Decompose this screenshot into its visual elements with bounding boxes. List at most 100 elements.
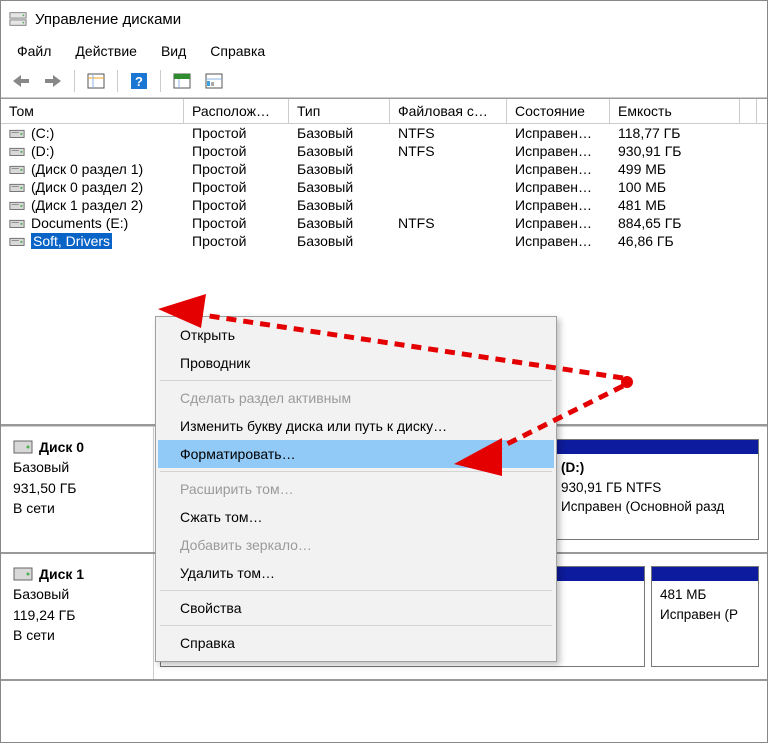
toolbar: ? xyxy=(1,65,767,98)
volume-capacity: 118,77 ГБ xyxy=(610,124,740,142)
partition-recovery-status: Исправен (Р xyxy=(660,607,738,622)
disk-1-label: Диск 1 Базовый 119,24 ГБ В сети xyxy=(1,554,154,679)
drive-icon xyxy=(9,199,25,211)
separator xyxy=(117,70,118,92)
volume-layout: Простой xyxy=(184,124,289,142)
volume-status: Исправен… xyxy=(507,142,610,160)
ctx-change-letter[interactable]: Изменить букву диска или путь к диску… xyxy=(158,412,554,440)
volume-type: Базовый xyxy=(289,178,390,196)
ctx-shrink[interactable]: Сжать том… xyxy=(158,503,554,531)
volume-name: (Диск 1 раздел 2) xyxy=(31,197,143,213)
volume-name: (Диск 0 раздел 1) xyxy=(31,161,143,177)
drive-icon xyxy=(9,163,25,175)
partition-d-title: (D:) xyxy=(561,460,584,475)
ctx-extend: Расширить том… xyxy=(158,475,554,503)
col-spacer xyxy=(740,99,757,123)
volume-capacity: 499 МБ xyxy=(610,160,740,178)
col-type[interactable]: Тип xyxy=(289,99,390,123)
col-capacity[interactable]: Емкость xyxy=(610,99,740,123)
volume-type: Базовый xyxy=(289,232,390,250)
volume-status: Исправен… xyxy=(507,124,610,142)
volume-type: Базовый xyxy=(289,196,390,214)
disk-1-cap: 119,24 ГБ xyxy=(13,605,143,625)
volume-status: Исправен… xyxy=(507,196,610,214)
help-button[interactable]: ? xyxy=(125,69,153,93)
ctx-properties[interactable]: Свойства xyxy=(158,594,554,622)
volume-row[interactable]: (Диск 0 раздел 2) ПростойБазовый Исправен…… xyxy=(1,178,767,196)
layout-b-icon xyxy=(205,73,223,89)
view-bottom-button[interactable] xyxy=(200,69,228,93)
partition-recovery-size: 481 МБ xyxy=(660,587,706,602)
menubar: Файл Действие Вид Справка xyxy=(1,37,767,65)
ctx-make-active: Сделать раздел активным xyxy=(158,384,554,412)
ctx-add-mirror: Добавить зеркало… xyxy=(158,531,554,559)
volume-type: Базовый xyxy=(289,160,390,178)
volume-capacity: 930,91 ГБ xyxy=(610,142,740,160)
volume-fs xyxy=(390,160,507,178)
volume-row[interactable]: (C:)ПростойБазовыйNTFSИсправен…118,77 ГБ xyxy=(1,124,767,142)
separator xyxy=(160,471,552,472)
volume-status: Исправен… xyxy=(507,214,610,232)
volume-name: (Диск 0 раздел 2) xyxy=(31,179,143,195)
volume-capacity: 46,86 ГБ xyxy=(610,232,740,250)
separator xyxy=(160,590,552,591)
app-icon xyxy=(9,11,27,27)
volume-row[interactable]: Soft, DriversПростойБазовыйИсправен…46,8… xyxy=(1,232,767,250)
col-fs[interactable]: Файловая с… xyxy=(390,99,507,123)
menu-help[interactable]: Справка xyxy=(200,39,275,63)
ctx-explorer[interactable]: Проводник xyxy=(158,349,554,377)
ctx-open[interactable]: Открыть xyxy=(158,321,554,349)
ctx-help[interactable]: Справка xyxy=(158,629,554,657)
partition-stripe xyxy=(652,567,758,581)
volume-fs xyxy=(390,232,507,250)
partition-d[interactable]: (D:) 930,91 ГБ NTFS Исправен (Основной р… xyxy=(552,439,759,540)
menu-file[interactable]: Файл xyxy=(7,39,61,63)
volume-type: Базовый xyxy=(289,142,390,160)
volume-row[interactable]: (D:)ПростойБазовыйNTFSИсправен…930,91 ГБ xyxy=(1,142,767,160)
disk-0-label: Диск 0 Базовый 931,50 ГБ В сети xyxy=(1,427,154,552)
context-menu: Открыть Проводник Сделать раздел активны… xyxy=(155,316,557,662)
partition-d-size: 930,91 ГБ NTFS xyxy=(561,480,661,495)
menu-action[interactable]: Действие xyxy=(65,39,147,63)
window-title: Управление дисками xyxy=(35,11,181,28)
back-button[interactable] xyxy=(7,69,35,93)
volume-status: Исправен… xyxy=(507,178,610,196)
volume-layout: Простой xyxy=(184,232,289,250)
volume-fs: NTFS xyxy=(390,124,507,142)
layout-a-icon xyxy=(173,73,191,89)
menu-view[interactable]: Вид xyxy=(151,39,196,63)
disk-1-state: В сети xyxy=(13,625,143,645)
separator xyxy=(160,625,552,626)
separator xyxy=(160,70,161,92)
disk-0-state: В сети xyxy=(13,498,143,518)
titlebar: Управление дисками xyxy=(1,1,767,37)
disk-0-title: Диск 0 xyxy=(39,437,84,457)
col-layout[interactable]: Располож… xyxy=(184,99,289,123)
forward-button[interactable] xyxy=(39,69,67,93)
volume-fs: NTFS xyxy=(390,142,507,160)
volume-row[interactable]: (Диск 1 раздел 2) ПростойБазовый Исправен…… xyxy=(1,196,767,214)
partition-d-status: Исправен (Основной разд xyxy=(561,499,724,514)
disk-mgmt-window: Управление дисками Файл Действие Вид Спр… xyxy=(0,0,768,743)
volume-capacity: 481 МБ xyxy=(610,196,740,214)
volume-layout: Простой xyxy=(184,178,289,196)
ctx-delete[interactable]: Удалить том… xyxy=(158,559,554,587)
volume-fs: NTFS xyxy=(390,214,507,232)
ctx-format[interactable]: Форматировать… xyxy=(158,440,554,468)
svg-text:?: ? xyxy=(135,74,143,89)
disk-1-title: Диск 1 xyxy=(39,564,84,584)
disk-icon xyxy=(13,567,33,581)
partition-recovery[interactable]: 481 МБ Исправен (Р xyxy=(651,566,759,667)
drive-icon xyxy=(9,235,25,247)
properties-button[interactable] xyxy=(82,69,110,93)
disk-0-cap: 931,50 ГБ xyxy=(13,478,143,498)
col-volume[interactable]: Том xyxy=(1,99,184,123)
volume-layout: Простой xyxy=(184,196,289,214)
view-top-button[interactable] xyxy=(168,69,196,93)
arrow-right-icon xyxy=(43,73,63,89)
volume-row[interactable]: (Диск 0 раздел 1)ПростойБазовыйИсправен…… xyxy=(1,160,767,178)
help-icon: ? xyxy=(130,72,148,90)
volume-fs xyxy=(390,178,507,196)
volume-row[interactable]: Documents (E:)ПростойБазовыйNTFSИсправен… xyxy=(1,214,767,232)
col-status[interactable]: Состояние xyxy=(507,99,610,123)
